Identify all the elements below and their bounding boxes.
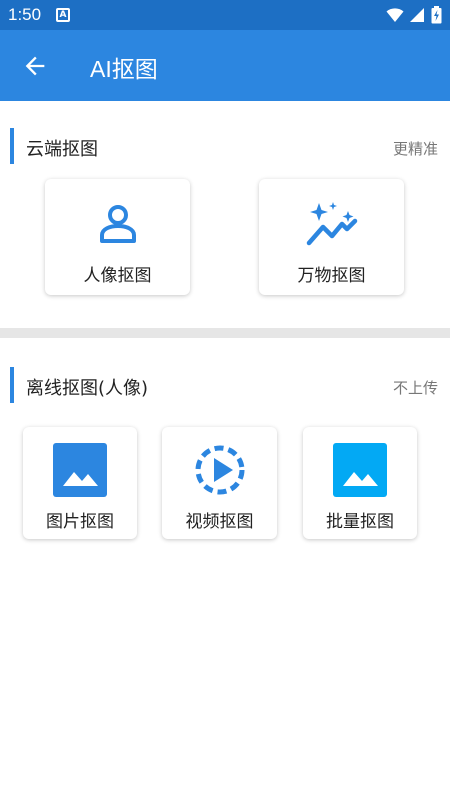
video-cutout-card[interactable]: 视频抠图	[162, 427, 277, 539]
notification-icon: A	[56, 8, 70, 22]
section-accent-bar	[10, 128, 14, 164]
section-accent-bar	[10, 367, 14, 403]
sparkle-chart-icon	[306, 202, 357, 246]
object-cutout-card[interactable]: 万物抠图	[259, 179, 404, 295]
batch-cutout-label: 批量抠图	[326, 512, 394, 532]
person-icon	[99, 205, 136, 243]
cloud-section-header: 云端抠图 更精准	[0, 128, 450, 166]
image-icon	[53, 443, 107, 497]
wifi-icon	[386, 8, 404, 22]
status-time: 1:50	[8, 5, 42, 24]
back-arrow-icon[interactable]	[21, 52, 49, 80]
signal-icon	[410, 8, 424, 22]
portrait-cutout-label: 人像抠图	[83, 266, 152, 286]
offline-section-header: 离线抠图(人像) 不上传	[0, 367, 450, 405]
image-cutout-label: 图片抠图	[46, 512, 114, 532]
page-title: AI抠图	[90, 56, 158, 82]
cloud-section-title: 云端抠图	[26, 139, 98, 160]
batch-cutout-card[interactable]: 批量抠图	[303, 427, 417, 539]
section-divider	[0, 328, 450, 338]
object-cutout-label: 万物抠图	[297, 266, 366, 286]
video-play-icon	[195, 445, 244, 495]
battery-icon	[431, 6, 442, 24]
video-cutout-label: 视频抠图	[185, 512, 254, 532]
offline-section-hint: 不上传	[392, 379, 438, 397]
portrait-cutout-card[interactable]: 人像抠图	[45, 179, 190, 295]
offline-section-title: 离线抠图(人像)	[26, 378, 149, 399]
batch-image-icon	[333, 443, 387, 497]
status-bar: 1:50 A	[0, 0, 450, 30]
app-bar: AI抠图	[0, 30, 450, 101]
image-cutout-card[interactable]: 图片抠图	[23, 427, 137, 539]
cloud-section-hint: 更精准	[392, 140, 438, 158]
